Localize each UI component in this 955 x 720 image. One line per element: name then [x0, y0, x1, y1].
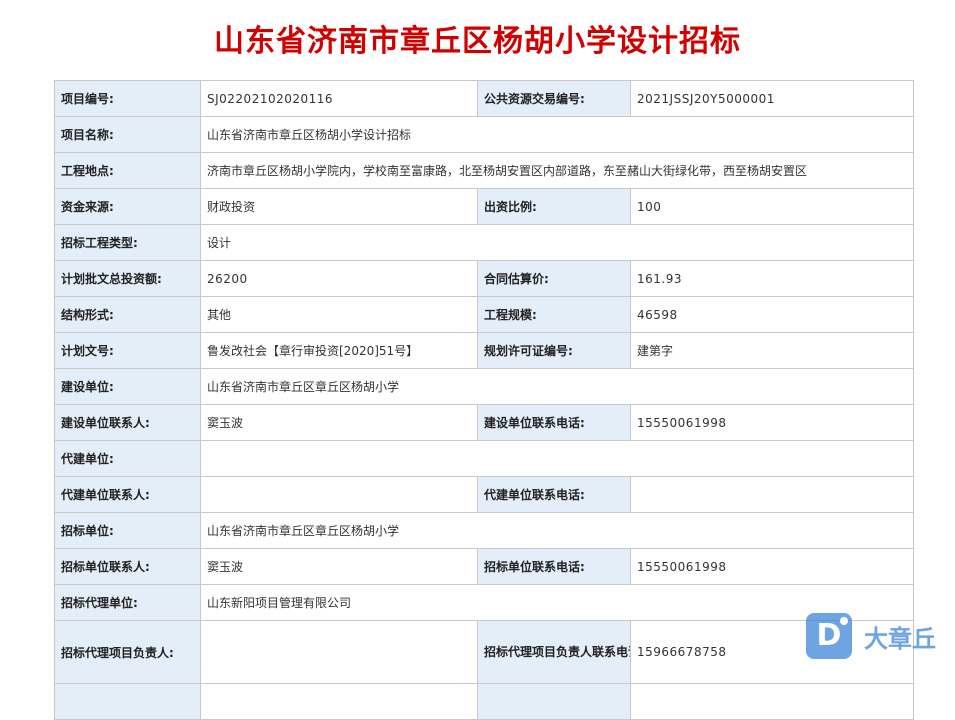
- logo-dot: [840, 617, 848, 625]
- agent-builder-contact-value: [200, 476, 478, 513]
- empty-cell: [477, 683, 631, 720]
- table-row: 招标单位联系人: 窦玉波 招标单位联系电话: 15550061998: [54, 548, 914, 585]
- trade-no-label: 公共资源交易编号:: [477, 80, 631, 117]
- invest-value: 26200: [200, 260, 478, 297]
- table-row: 计划文号: 鲁发改社会【章行审投资[2020]51号】 规划许可证编号: 建第字: [54, 332, 914, 369]
- agency-label: 招标代理单位:: [54, 584, 201, 621]
- fund-label: 资金来源:: [54, 188, 201, 225]
- empty-cell: [630, 683, 914, 720]
- table-row: 招标工程类型: 设计: [54, 224, 914, 261]
- project-no-value: SJ02202102020116: [200, 80, 478, 117]
- structure-value: 其他: [200, 296, 478, 333]
- tenderer-contact-value: 窦玉波: [200, 548, 478, 585]
- ratio-label: 出资比例:: [477, 188, 631, 225]
- table-row: 建设单位: 山东省济南市章丘区章丘区杨胡小学: [54, 368, 914, 405]
- project-name-label: 项目名称:: [54, 116, 201, 153]
- trade-no-value: 2021JSSJ20Y5000001: [630, 80, 914, 117]
- project-no-label: 项目编号:: [54, 80, 201, 117]
- builder-contact-label: 建设单位联系人:: [54, 404, 201, 441]
- table-row: 计划批文总投资额: 26200 合同估算价: 161.93: [54, 260, 914, 297]
- permit-label: 规划许可证编号:: [477, 332, 631, 369]
- table-row: 招标代理项目负责人: 招标代理项目负责人联系电话（手机）: 1596667875…: [54, 620, 914, 684]
- permit-value: 建第字: [630, 332, 914, 369]
- ratio-value: 100: [630, 188, 914, 225]
- tenderer-label: 招标单位:: [54, 512, 201, 549]
- table-row: 招标代理单位: 山东新阳项目管理有限公司: [54, 584, 914, 621]
- builder-phone-value: 15550061998: [630, 404, 914, 441]
- tenderer-contact-label: 招标单位联系人:: [54, 548, 201, 585]
- location-label: 工程地点:: [54, 152, 201, 189]
- table-row: 招标单位: 山东省济南市章丘区章丘区杨胡小学: [54, 512, 914, 549]
- agency-lead-label: 招标代理项目负责人:: [54, 620, 201, 684]
- table-row: 项目名称: 山东省济南市章丘区杨胡小学设计招标: [54, 116, 914, 153]
- contract-label: 合同估算价:: [477, 260, 631, 297]
- plan-doc-label: 计划文号:: [54, 332, 201, 369]
- builder-phone-label: 建设单位联系电话:: [477, 404, 631, 441]
- structure-label: 结构形式:: [54, 296, 201, 333]
- watermark-text: 大章丘: [864, 624, 936, 653]
- agent-builder-contact-label: 代建单位联系人:: [54, 476, 201, 513]
- agent-builder-label: 代建单位:: [54, 440, 201, 477]
- scale-value: 46598: [630, 296, 914, 333]
- project-info-table: 项目编号: SJ02202102020116 公共资源交易编号: 2021JSS…: [54, 80, 914, 720]
- agency-lead-value: [200, 620, 478, 684]
- table-row: 建设单位联系人: 窦玉波 建设单位联系电话: 15550061998: [54, 404, 914, 441]
- tenderer-value: 山东省济南市章丘区章丘区杨胡小学: [200, 512, 914, 549]
- table-row: 资金来源: 财政投资 出资比例: 100: [54, 188, 914, 225]
- agent-builder-value: [200, 440, 914, 477]
- agency-phone-label: 招标代理项目负责人联系电话（手机）:: [477, 620, 631, 684]
- table-row: 工程地点: 济南市章丘区杨胡小学院内，学校南至富康路，北至杨胡安置区内部道路，东…: [54, 152, 914, 189]
- watermark: D 大章丘: [806, 612, 936, 660]
- empty-cell: [200, 683, 478, 720]
- tenderer-phone-value: 15550061998: [630, 548, 914, 585]
- location-value: 济南市章丘区杨胡小学院内，学校南至富康路，北至杨胡安置区内部道路，东至赭山大街绿…: [200, 152, 914, 189]
- type-label: 招标工程类型:: [54, 224, 201, 261]
- table-row: 项目编号: SJ02202102020116 公共资源交易编号: 2021JSS…: [54, 80, 914, 117]
- plan-doc-value: 鲁发改社会【章行审投资[2020]51号】: [200, 332, 478, 369]
- table-row: 代建单位:: [54, 440, 914, 477]
- builder-contact-value: 窦玉波: [200, 404, 478, 441]
- invest-label: 计划批文总投资额:: [54, 260, 201, 297]
- agent-builder-phone-value: [630, 476, 914, 513]
- logo-letter: D: [816, 618, 842, 653]
- page-title: 山东省济南市章丘区杨胡小学设计招标: [214, 24, 741, 59]
- builder-value: 山东省济南市章丘区章丘区杨胡小学: [200, 368, 914, 405]
- fund-value: 财政投资: [200, 188, 478, 225]
- d-logo-icon: D: [806, 613, 852, 659]
- scale-label: 工程规模:: [477, 296, 631, 333]
- contract-value: 161.93: [630, 260, 914, 297]
- builder-label: 建设单位:: [54, 368, 201, 405]
- project-name-value: 山东省济南市章丘区杨胡小学设计招标: [200, 116, 914, 153]
- type-value: 设计: [200, 224, 914, 261]
- tenderer-phone-label: 招标单位联系电话:: [477, 548, 631, 585]
- empty-cell: [54, 683, 201, 720]
- table-row: [54, 683, 914, 720]
- table-row: 结构形式: 其他 工程规模: 46598: [54, 296, 914, 333]
- agent-builder-phone-label: 代建单位联系电话:: [477, 476, 631, 513]
- table-row: 代建单位联系人: 代建单位联系电话:: [54, 476, 914, 513]
